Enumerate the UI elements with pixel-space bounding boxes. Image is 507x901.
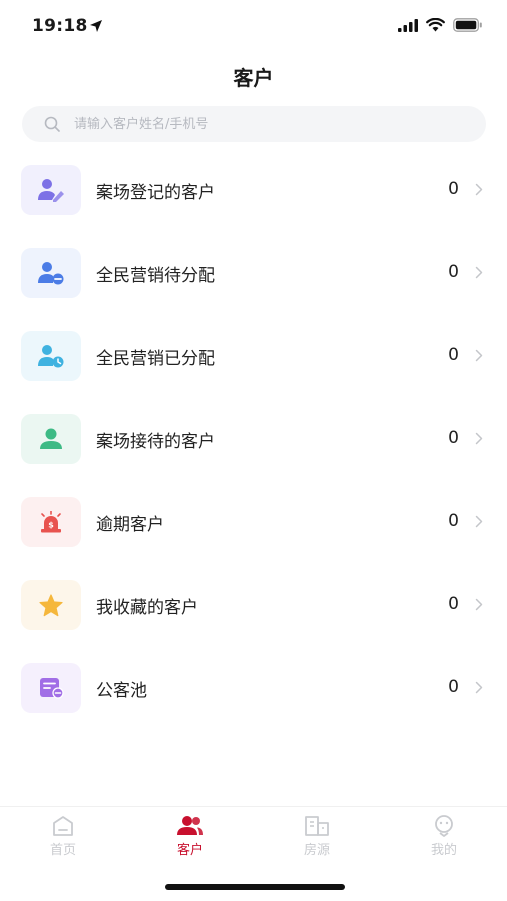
tab-profile[interactable]: 我的 <box>381 815 507 858</box>
cellular-signal-icon <box>398 18 418 32</box>
list-item-count: 0 <box>448 428 459 448</box>
tab-listings[interactable]: 房源 <box>254 815 380 858</box>
user-reception-icon <box>40 428 62 449</box>
list-item-reception-customers[interactable]: 案场接待的客户 0 <box>0 411 507 494</box>
list-item-favorite-customers[interactable]: 我收藏的客户 0 <box>0 577 507 660</box>
wifi-icon <box>426 18 445 32</box>
list-item-label: 全民营销已分配 <box>96 349 215 369</box>
list-item-public-pool[interactable]: 公客池 0 <box>0 660 507 743</box>
row-icon-bg <box>21 165 81 215</box>
list-item-count: 0 <box>448 594 459 614</box>
list-item-overdue-customers[interactable]: $ 逾期客户 0 <box>0 494 507 577</box>
status-time: 19:18 <box>32 16 88 36</box>
user-edit-icon <box>38 179 64 202</box>
tab-home[interactable]: 首页 <box>0 815 126 858</box>
home-icon <box>53 816 73 836</box>
row-icon-bg <box>21 663 81 713</box>
row-icon-bg <box>21 580 81 630</box>
list-item-count: 0 <box>448 677 459 697</box>
search-input[interactable] <box>74 106 474 142</box>
list-item-label: 全民营销待分配 <box>96 266 215 286</box>
chevron-right-icon <box>475 183 483 196</box>
list-item-label: 逾期客户 <box>96 515 164 535</box>
chevron-right-icon <box>475 266 483 279</box>
status-icons <box>398 18 483 32</box>
user-assigned-icon <box>38 345 64 368</box>
star-icon <box>39 593 63 616</box>
pool-card-icon <box>39 678 64 699</box>
tab-label: 我的 <box>430 843 457 858</box>
list-item-count: 0 <box>448 345 459 365</box>
list-item-count: 0 <box>448 262 459 282</box>
svg-text:$: $ <box>48 521 54 530</box>
row-icon-bg <box>21 331 81 381</box>
user-pending-icon <box>38 262 64 285</box>
customer-category-list: 案场登记的客户 0 全民营销待分配 0 全民营销已分配 0 案场接待的客户 0 … <box>0 162 507 743</box>
page-title: 客户 <box>233 66 274 90</box>
list-item-count: 0 <box>448 511 459 531</box>
list-item-label: 案场登记的客户 <box>96 183 215 203</box>
battery-icon <box>453 18 482 32</box>
tab-label: 客户 <box>176 843 203 858</box>
search-bar[interactable] <box>22 106 486 142</box>
home-indicator[interactable] <box>165 884 345 890</box>
chevron-right-icon <box>475 681 483 694</box>
list-item-label: 案场接待的客户 <box>96 432 215 452</box>
list-item-marketing-pending[interactable]: 全民营销待分配 0 <box>0 245 507 328</box>
tab-customers[interactable]: 客户 <box>127 815 253 858</box>
tab-label: 首页 <box>49 843 76 858</box>
row-icon-bg <box>21 248 81 298</box>
location-arrow-icon <box>90 20 102 32</box>
chevron-right-icon <box>475 432 483 445</box>
tab-label: 房源 <box>303 843 330 858</box>
list-item-registered-customers[interactable]: 案场登记的客户 0 <box>0 162 507 245</box>
alarm-icon: $ <box>41 511 61 533</box>
list-item-label: 公客池 <box>96 681 147 701</box>
chevron-right-icon <box>475 515 483 528</box>
chevron-right-icon <box>475 598 483 611</box>
row-icon-bg <box>21 414 81 464</box>
chevron-right-icon <box>475 349 483 362</box>
row-icon-bg: $ <box>21 497 81 547</box>
customers-icon <box>177 816 203 835</box>
status-bar: 19:18 <box>0 0 507 54</box>
profile-icon <box>435 815 453 837</box>
list-item-count: 0 <box>448 179 459 199</box>
list-item-marketing-assigned[interactable]: 全民营销已分配 0 <box>0 328 507 411</box>
search-icon <box>44 116 60 132</box>
building-icon <box>305 816 329 836</box>
list-item-label: 我收藏的客户 <box>96 598 198 618</box>
